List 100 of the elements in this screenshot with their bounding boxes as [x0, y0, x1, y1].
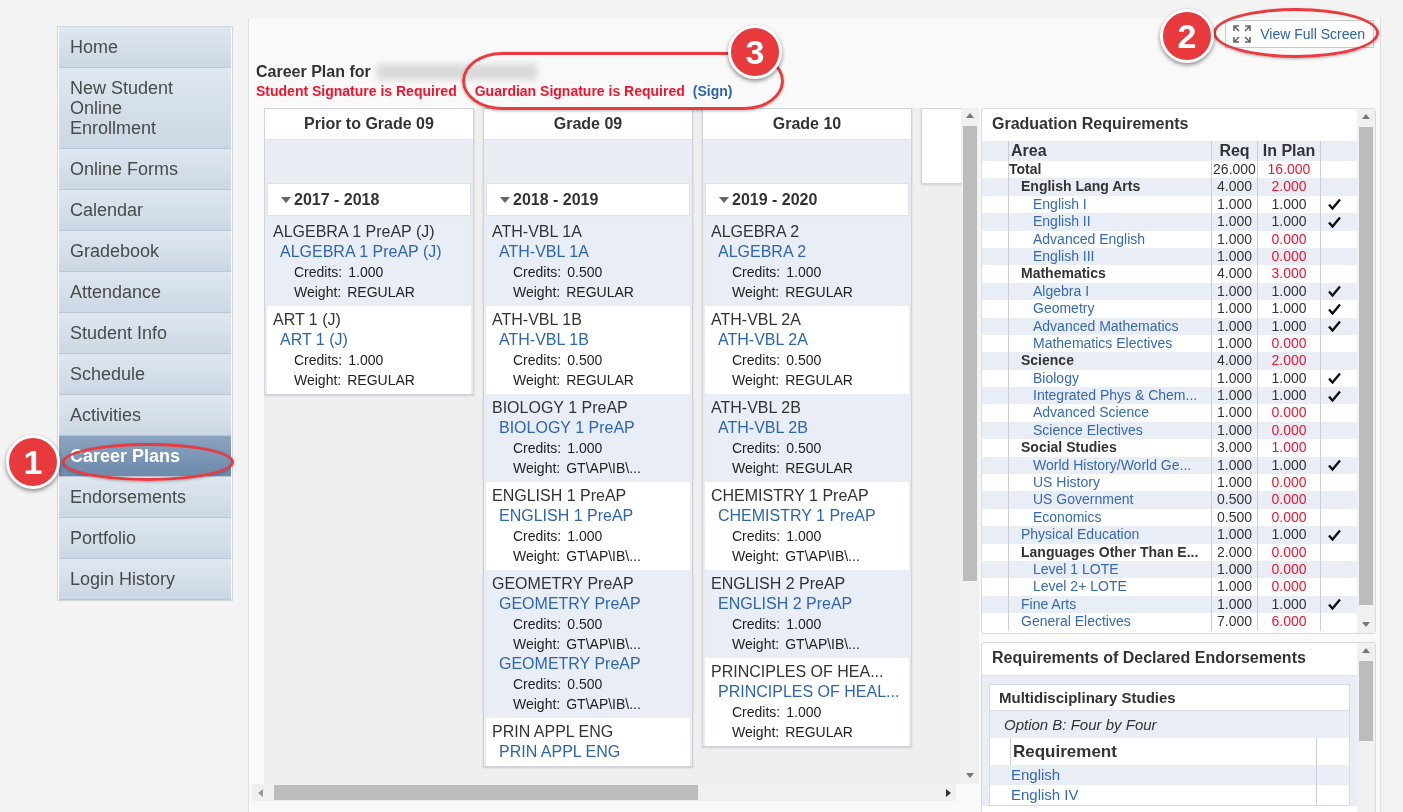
- requirement-link[interactable]: Algebra I: [1009, 282, 1090, 299]
- course-link[interactable]: CHEMISTRY 1 PreAP: [711, 506, 903, 526]
- course-link[interactable]: PRIN APPL ENG: [492, 742, 684, 762]
- requirement-link[interactable]: Biology: [1009, 369, 1079, 386]
- requirement-link[interactable]: World History/World Ge...: [1009, 456, 1192, 473]
- requirement-link[interactable]: Mathematics Electives: [1009, 334, 1173, 351]
- weight-value: REGULAR: [347, 371, 415, 390]
- school-year-header[interactable]: 2018 - 2019: [486, 183, 690, 216]
- sidebar-item[interactable]: Attendance: [59, 272, 231, 313]
- requirement-link[interactable]: Science Electives: [1009, 421, 1143, 438]
- requirement-area: English Lang Arts: [1009, 178, 1141, 195]
- panel-title: Graduation Requirements: [991, 114, 1190, 134]
- requirement-link[interactable]: US History: [1009, 474, 1100, 491]
- panel-title: Requirements of Declared Endorsements: [991, 648, 1307, 668]
- table-cell: 7.000: [1212, 613, 1258, 631]
- sidebar-item[interactable]: Portfolio: [59, 518, 231, 559]
- credits-label: Credits:: [513, 615, 562, 634]
- requirement-link[interactable]: English IV: [990, 785, 1317, 805]
- course-link[interactable]: ENGLISH 2 PreAP: [711, 594, 903, 614]
- table-cell: 1.000: [1212, 317, 1258, 335]
- course-link[interactable]: ATH-VBL 1A: [492, 242, 684, 262]
- credits-value: 0.500: [567, 675, 603, 694]
- sidebar-item[interactable]: Schedule: [59, 354, 231, 395]
- requirement-link[interactable]: General Electives: [1009, 613, 1131, 630]
- signature-warning: Student Signature is Required: [256, 82, 457, 99]
- table-cell: 1.000: [1212, 230, 1258, 248]
- expand-icon: [1232, 24, 1253, 44]
- weight-label: Weight:: [732, 459, 780, 478]
- check-icon: [1327, 598, 1341, 611]
- course-link[interactable]: BIOLOGY 1 PreAP: [492, 418, 684, 438]
- requirement-link[interactable]: Fine Arts: [1009, 595, 1077, 612]
- course-link[interactable]: GEOMETRY PreAP: [492, 594, 684, 614]
- requirement-link[interactable]: US Government: [1009, 491, 1134, 508]
- requirement-link[interactable]: Advanced English: [1009, 230, 1146, 247]
- check-icon: [1327, 198, 1341, 211]
- course-title: ATH-VBL 2B: [711, 398, 802, 418]
- weight-value: GT\AP\IB\...: [566, 695, 641, 714]
- requirement-link[interactable]: Economics: [1009, 508, 1102, 525]
- requirement-link[interactable]: Physical Education: [1009, 526, 1140, 543]
- credits-label: Credits:: [732, 351, 781, 370]
- credits-label: Credits:: [732, 703, 781, 722]
- check-icon: [1327, 215, 1341, 228]
- sidebar-item[interactable]: Calendar: [59, 190, 231, 231]
- sidebar-item[interactable]: Activities: [59, 395, 231, 436]
- caret-icon: [280, 194, 292, 205]
- weight-label: Weight:: [513, 547, 561, 566]
- course-link[interactable]: ALGEBRA 2: [711, 242, 903, 262]
- callout-badge: 1: [6, 435, 60, 489]
- table-cell: 0.000: [1258, 404, 1321, 422]
- sidebar-item[interactable]: Online Forms: [59, 149, 231, 190]
- table-cell: 1.000: [1258, 317, 1321, 335]
- course-link[interactable]: ATH-VBL 2A: [711, 330, 903, 350]
- school-year-header[interactable]: 2019 - 2020: [705, 183, 909, 216]
- course-title: ATH-VBL 1B: [492, 310, 583, 330]
- requirement-link[interactable]: English III: [1009, 247, 1095, 264]
- course-link[interactable]: PRINCIPLES OF HEAL...: [711, 682, 903, 702]
- table-cell: 2.000: [1212, 543, 1258, 561]
- endorsement-option: Option B: Four by Four: [990, 711, 1349, 738]
- table-cell: 2.000: [1258, 178, 1321, 196]
- check-icon: [1327, 459, 1341, 472]
- caret-icon: [718, 194, 730, 205]
- sign-link[interactable]: (Sign): [692, 82, 733, 99]
- requirement-link[interactable]: English I: [1009, 195, 1087, 212]
- requirement-link[interactable]: English II: [1009, 213, 1091, 230]
- table-cell: 4.000: [1212, 178, 1258, 196]
- requirement-link[interactable]: Advanced Science: [1009, 404, 1149, 421]
- requirement-link[interactable]: Level 2+ LOTE: [1009, 578, 1127, 595]
- course-title: ATH-VBL 1A: [492, 222, 583, 242]
- weight-label: Weight:: [294, 371, 342, 390]
- view-full-screen-button[interactable]: View Full Screen: [1225, 20, 1374, 48]
- weight-value: REGULAR: [566, 283, 634, 302]
- course-link[interactable]: ALGEBRA 1 PreAP (J): [273, 242, 465, 262]
- course-link[interactable]: ENGLISH 1 PreAP: [492, 506, 684, 526]
- weight-value: REGULAR: [785, 459, 853, 478]
- horizontal-scrollbar[interactable]: [252, 784, 956, 801]
- course-link[interactable]: GEOMETRY PreAP: [492, 654, 684, 674]
- requirement-link[interactable]: Level 1 LOTE: [1009, 561, 1119, 577]
- vertical-scrollbar[interactable]: [1357, 109, 1375, 633]
- sidebar-item[interactable]: Career Plans: [59, 436, 231, 477]
- sidebar-item[interactable]: Endorsements: [59, 477, 231, 518]
- credits-value: 1.000: [567, 527, 603, 546]
- course-title: ALGEBRA 1 PreAP (J): [273, 222, 436, 242]
- column-header: Prior to Grade 09: [265, 109, 473, 140]
- credits-label: Credits:: [732, 615, 781, 634]
- sidebar-item[interactable]: Home: [59, 27, 231, 68]
- course-link[interactable]: ART 1 (J): [273, 330, 465, 350]
- credits-value: 1.000: [348, 263, 384, 282]
- sidebar-item[interactable]: Login History: [59, 559, 231, 600]
- sidebar-item[interactable]: Student Info: [59, 313, 231, 354]
- vertical-scrollbar[interactable]: [961, 108, 979, 784]
- sidebar-item[interactable]: New Student Online Enrollment: [59, 68, 231, 149]
- table-cell: 3.000: [1212, 439, 1258, 457]
- requirement-link[interactable]: Integrated Phys & Chem...: [1009, 387, 1198, 404]
- requirement-link[interactable]: Geometry: [1009, 300, 1095, 317]
- course-link[interactable]: ATH-VBL 2B: [711, 418, 903, 438]
- credits-label: Credits:: [513, 675, 562, 694]
- course-link[interactable]: ATH-VBL 1B: [492, 330, 684, 350]
- sidebar-item[interactable]: Gradebook: [59, 231, 231, 272]
- requirement-link[interactable]: Advanced Mathematics: [1009, 317, 1179, 334]
- school-year-header[interactable]: 2017 - 2018: [267, 183, 471, 216]
